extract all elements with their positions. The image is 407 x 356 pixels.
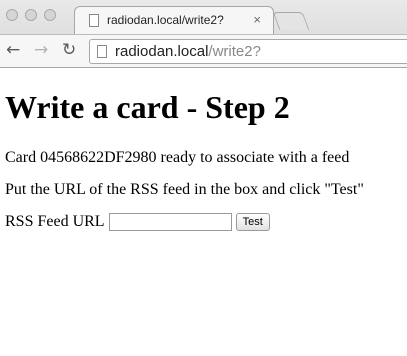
reload-icon[interactable]: ↻ <box>62 40 76 60</box>
title-bar: radiodan.local/write2? × <box>0 0 407 34</box>
feed-form: RSS Feed URL Test <box>5 212 405 232</box>
zoom-window-button[interactable] <box>44 9 56 21</box>
rss-feed-url-input[interactable] <box>108 213 232 231</box>
url-text[interactable]: radiodan.local/write2? <box>115 43 261 60</box>
toolbar: ← → ↻ radiodan.local/write2? <box>0 34 407 68</box>
page-title: Write a card - Step 2 <box>5 89 290 125</box>
instruction-text: Put the URL of the RSS feed in the box a… <box>5 181 364 198</box>
card-status-text: Card 04568622DF2980 ready to associate w… <box>5 149 350 166</box>
forward-arrow-icon[interactable]: → <box>34 40 48 60</box>
test-button[interactable]: Test <box>235 213 270 231</box>
minimize-window-button[interactable] <box>25 9 37 21</box>
url-host: radiodan.local <box>115 43 209 60</box>
new-tab-button[interactable] <box>272 12 310 30</box>
page-icon <box>89 14 99 27</box>
url-path: /write2? <box>208 43 261 60</box>
browser-chrome: radiodan.local/write2? × ← → ↻ radiodan.… <box>0 0 407 68</box>
address-bar[interactable]: radiodan.local/write2? <box>89 39 407 64</box>
page-content: Write a card - Step 2 Card 04568622DF298… <box>5 68 405 232</box>
rss-feed-url-label: RSS Feed URL <box>5 213 105 230</box>
back-arrow-icon[interactable]: ← <box>6 40 20 60</box>
browser-tab[interactable]: radiodan.local/write2? × <box>74 6 274 34</box>
page-icon <box>97 45 107 58</box>
tab-title: radiodan.local/write2? <box>107 13 224 27</box>
close-window-button[interactable] <box>6 9 18 21</box>
tab-close-icon[interactable]: × <box>253 12 261 27</box>
